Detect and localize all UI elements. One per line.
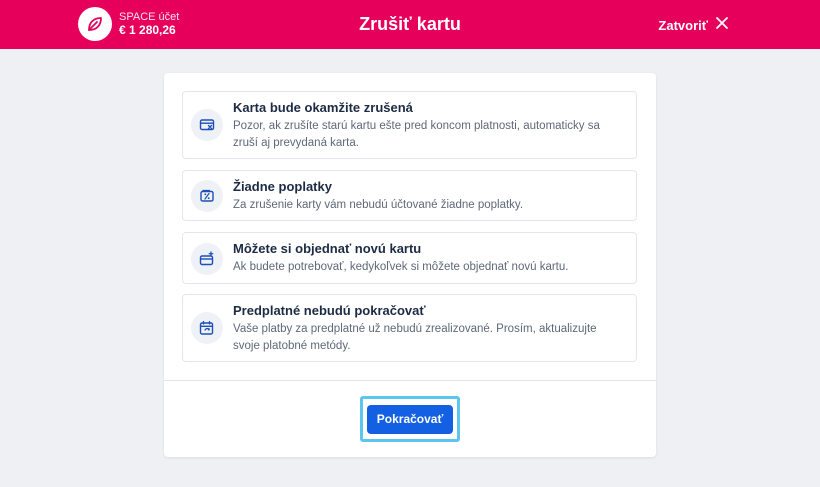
info-card-subscriptions: Predplatné nebudú pokračovať Vaše platby… [182, 294, 637, 362]
new-card-icon [191, 243, 223, 275]
percent-wallet-icon [191, 180, 223, 212]
close-button[interactable]: Zatvoriť [658, 16, 728, 34]
info-card-immediate-cancel: Karta bude okamžite zrušená Pozor, ak zr… [182, 91, 637, 159]
card-title: Predplatné nebudú pokračovať [233, 303, 426, 318]
footer-divider [164, 380, 656, 381]
continue-button-focus-ring: Pokračovať [360, 396, 460, 442]
card-title: Môžete si objednať novú kartu [233, 241, 422, 256]
cancel-card-dialog: Karta bude okamžite zrušená Pozor, ak zr… [164, 73, 656, 457]
close-icon [716, 16, 728, 34]
info-card-no-fees: Žiadne poplatky Za zrušenie karty vám ne… [182, 170, 637, 221]
card-title: Karta bude okamžite zrušená [233, 100, 413, 115]
card-description: Pozor, ak zrušíte starú kartu ešte pred … [233, 120, 600, 149]
calendar-repeat-icon [191, 312, 223, 344]
card-description: Vaše platby za predplatné už nebudú zrea… [233, 323, 597, 352]
card-cancel-icon [191, 109, 223, 141]
continue-button[interactable]: Pokračovať [367, 404, 453, 434]
top-bar: SPACE účet € 1 280,26 Zrušiť kartu Zatvo… [0, 0, 820, 49]
card-title: Žiadne poplatky [233, 179, 332, 194]
card-description: Ak budete potrebovať, kedykoľvek si môže… [233, 261, 569, 273]
card-description: Za zrušenie karty vám nebudú účtované ži… [233, 199, 524, 211]
close-label: Zatvoriť [658, 17, 708, 33]
info-card-new-card: Môžete si objednať novú kartu Ak budete … [182, 232, 637, 284]
